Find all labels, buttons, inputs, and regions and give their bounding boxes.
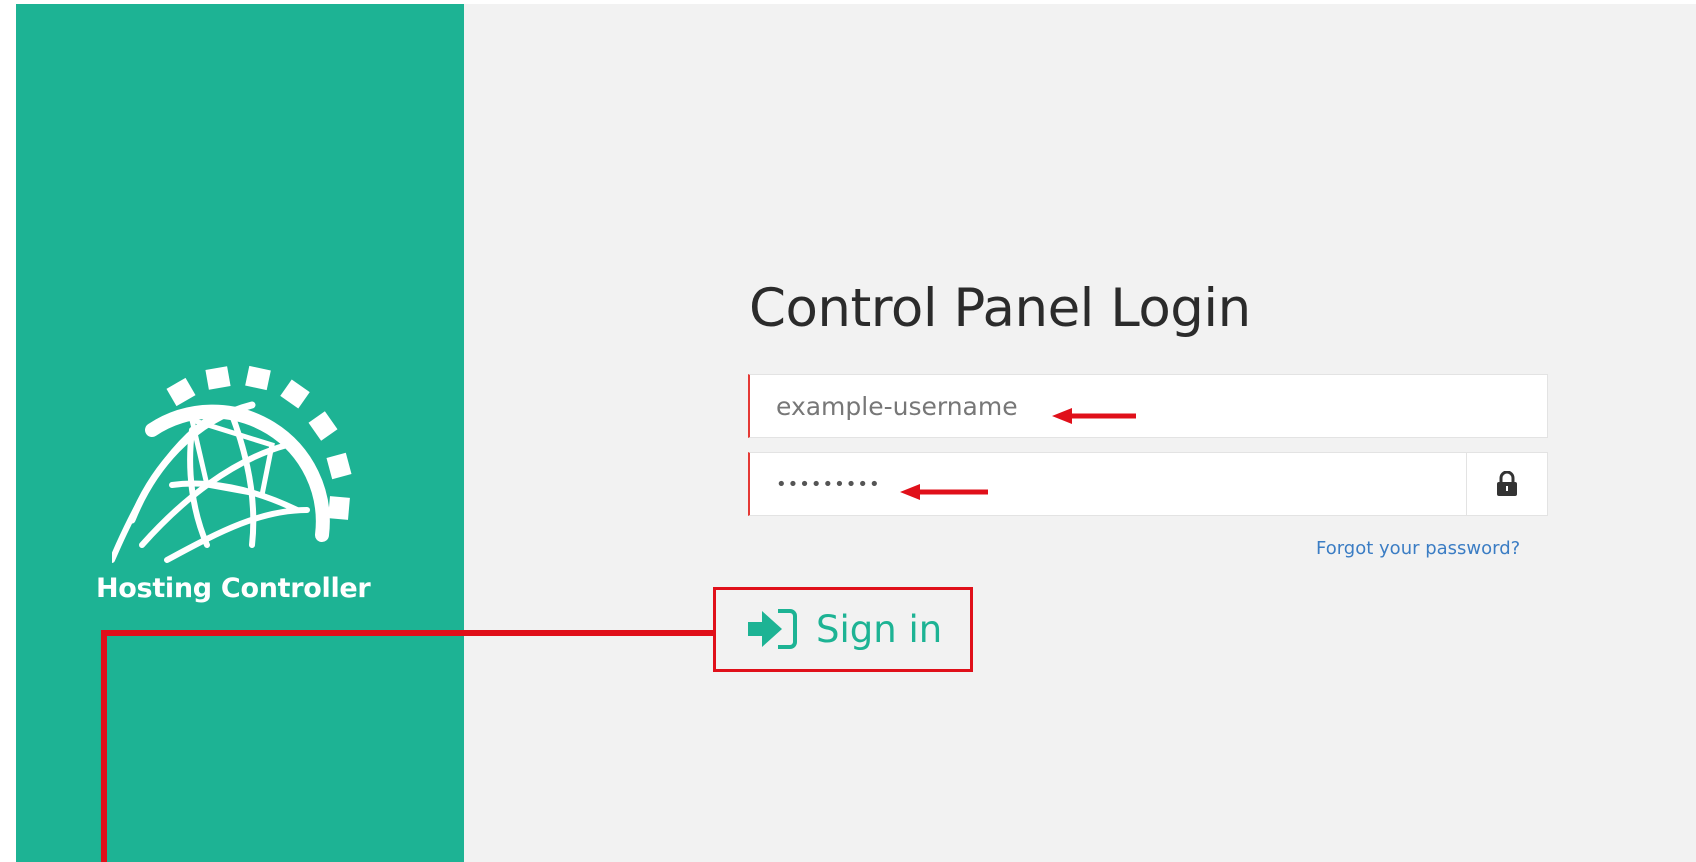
annotation-callout-line (101, 630, 107, 862)
password-input[interactable] (750, 453, 1470, 515)
annotation-callout-line (101, 630, 714, 636)
sign-in-label: Sign in (816, 607, 943, 651)
forgot-password-link[interactable]: Forgot your password? (1316, 538, 1520, 559)
brand-name: Hosting Controller (96, 573, 371, 604)
password-field-wrapper (748, 452, 1548, 516)
red-arrow-icon (900, 484, 988, 500)
globe-gear-icon (112, 365, 352, 563)
lock-icon[interactable] (1466, 453, 1547, 515)
username-input[interactable] (750, 375, 1547, 437)
red-arrow-icon (1052, 408, 1136, 424)
username-field-wrapper (748, 374, 1548, 438)
page-title: Control Panel Login (749, 278, 1251, 339)
sign-in-button[interactable]: Sign in (748, 601, 942, 657)
sign-in-icon (748, 609, 797, 649)
login-page: Hosting Controller Control Panel Login F… (0, 0, 1696, 862)
